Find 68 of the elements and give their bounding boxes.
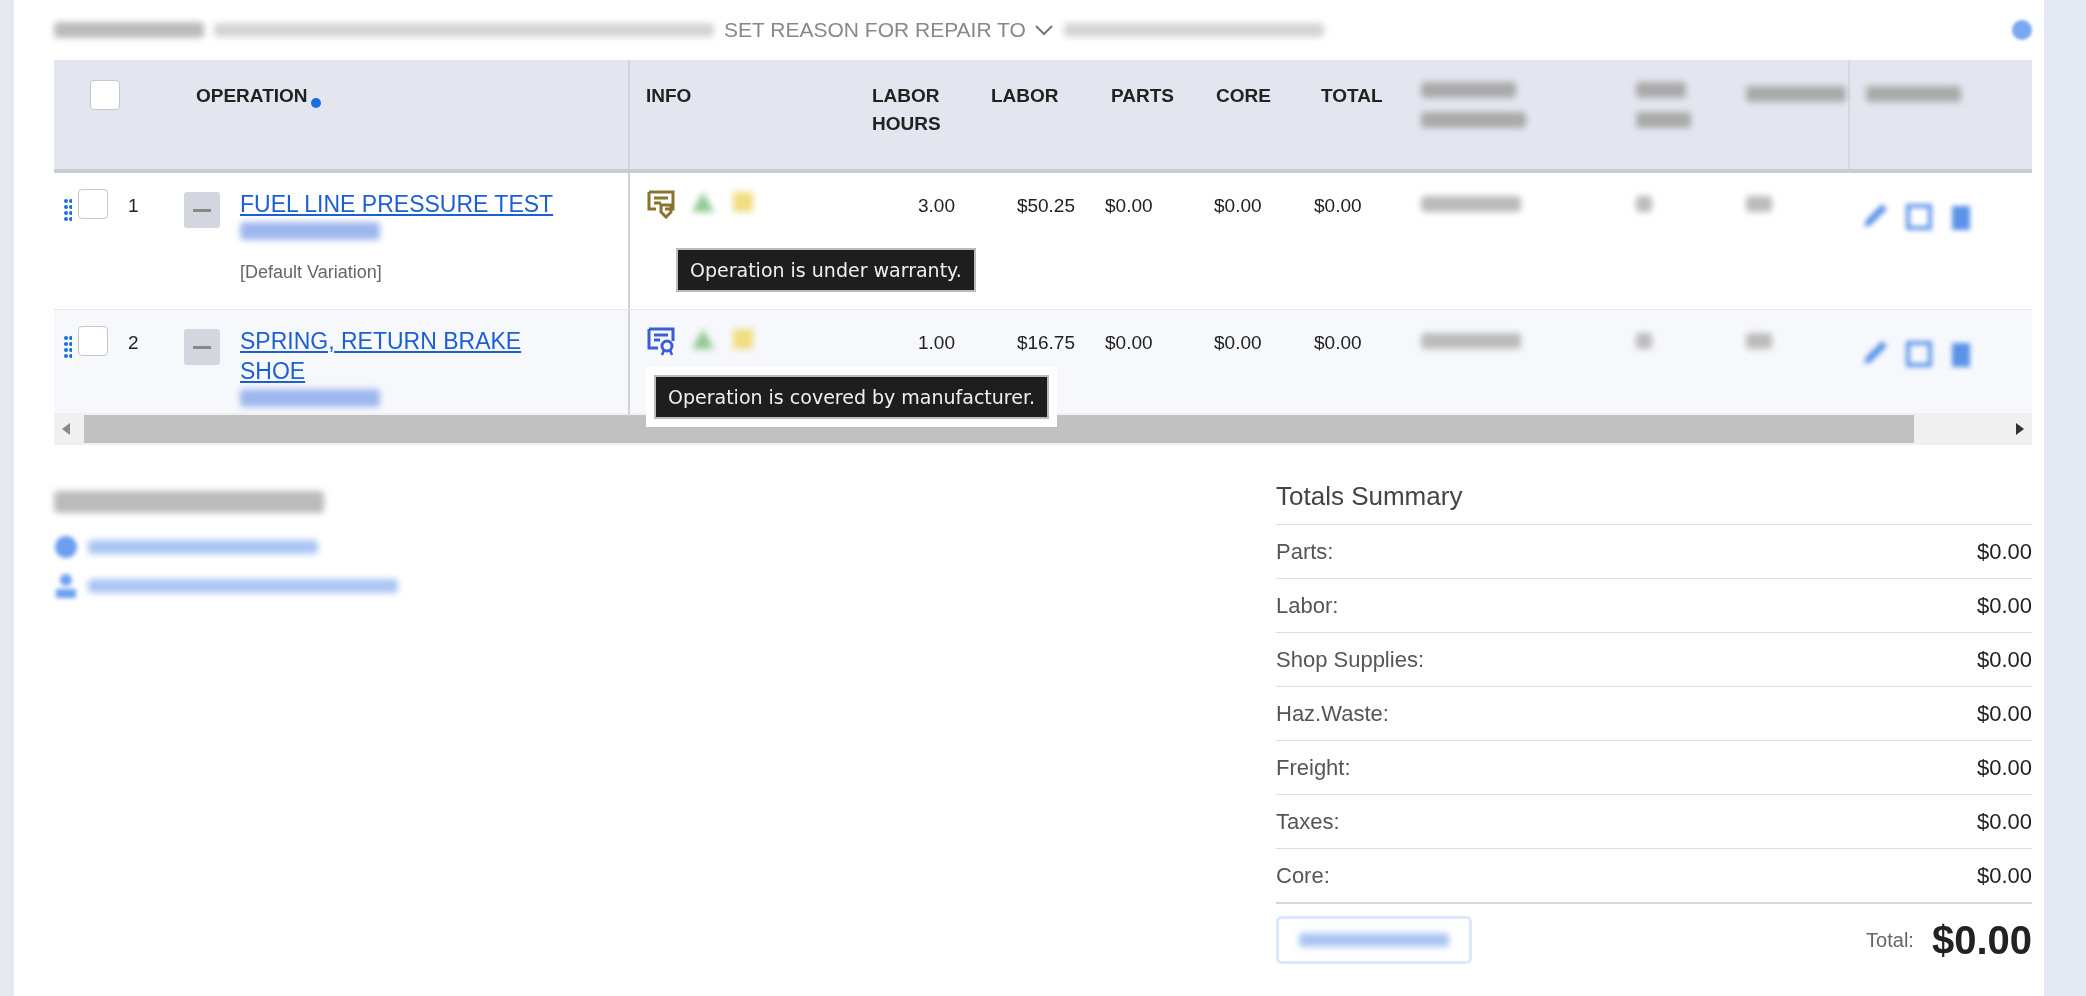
- summary-value: $0.00: [1976, 808, 2032, 835]
- section-title: Totals Summary: [1276, 480, 1464, 513]
- note-icon: [730, 189, 756, 215]
- note-icon: [730, 326, 756, 352]
- row-checkbox[interactable]: [78, 189, 108, 219]
- summary-value: $0.00: [1976, 700, 2032, 727]
- column-header[interactable]: PARTS: [1111, 82, 1200, 110]
- drag-handle-icon[interactable]: [64, 198, 72, 222]
- parts-cell: $0.00: [1105, 332, 1153, 353]
- summary-label: Shop Supplies:: [1276, 646, 1424, 673]
- redacted-text: [1636, 333, 1652, 349]
- variation-label: [Default Variation]: [240, 261, 383, 284]
- redacted-text: [1746, 196, 1772, 212]
- row-number: 2: [127, 332, 140, 354]
- total-label: Total:: [1866, 928, 1914, 952]
- collapse-button[interactable]: [184, 192, 220, 228]
- redacted-text: [1636, 196, 1652, 212]
- row-number: 1: [127, 195, 140, 217]
- column-header[interactable]: CORE: [1216, 82, 1305, 110]
- column-header[interactable]: OPERATION: [196, 82, 321, 110]
- core-cell: $0.00: [1214, 195, 1262, 216]
- calendar-icon[interactable]: [1906, 201, 1932, 231]
- column-header[interactable]: TOTAL: [1321, 82, 1405, 110]
- core-cell: $0.00: [1214, 332, 1262, 353]
- parts-cell: $0.00: [1105, 195, 1153, 216]
- redacted-text: [1636, 112, 1691, 128]
- operation-link[interactable]: FUEL LINE PRESSURE TEST: [240, 189, 554, 219]
- summary-label: Freight:: [1276, 754, 1351, 781]
- calendar-icon[interactable]: [1906, 338, 1932, 368]
- column-header[interactable]: LABOR HOURS: [872, 82, 952, 138]
- collapse-button[interactable]: [184, 329, 220, 365]
- status-icon: [2012, 20, 2032, 40]
- horizontal-scrollbar[interactable]: [54, 413, 2032, 445]
- total-value: $0.00: [1931, 917, 2032, 963]
- summary-label: Haz.Waste:: [1276, 700, 1389, 727]
- summary-label: Core:: [1276, 862, 1330, 889]
- summary-label: Taxes:: [1276, 808, 1340, 835]
- summary-value: $0.00: [1976, 754, 2032, 781]
- total-cell: $0.00: [1314, 195, 1362, 216]
- labor-cell: $50.25: [1016, 195, 1075, 216]
- operation-link[interactable]: SPRING, RETURN BRAKE SHOE: [240, 326, 590, 386]
- certificate-ribbon-icon: [646, 326, 676, 356]
- circle-icon: [54, 535, 78, 559]
- drag-handle-icon[interactable]: [64, 335, 72, 359]
- summary-label: Parts:: [1276, 538, 1334, 565]
- summary-label: Labor:: [1276, 592, 1339, 619]
- select-all-checkbox[interactable]: [90, 80, 120, 110]
- toolbar-dropdown[interactable]: SET REASON FOR REPAIR TO: [724, 18, 1054, 42]
- row-checkbox[interactable]: [78, 326, 108, 356]
- summary-value: $0.00: [1976, 592, 2032, 619]
- certificate-icon: [646, 189, 676, 219]
- redacted-text: [1636, 82, 1686, 98]
- summary-value: $0.00: [1976, 538, 2032, 565]
- column-header[interactable]: LABOR: [991, 82, 1095, 110]
- labor-hours-cell: 3.00: [918, 195, 955, 216]
- column-header[interactable]: INFO: [646, 82, 830, 110]
- labor-hours-cell: 1.00: [918, 332, 955, 353]
- chevron-down-icon: [1033, 24, 1054, 36]
- total-cell: $0.00: [1314, 332, 1362, 353]
- redacted-text: [1746, 333, 1772, 349]
- redacted-button[interactable]: [1276, 916, 1472, 964]
- scrollbar-thumb[interactable]: [84, 415, 1914, 443]
- minus-icon: [193, 208, 211, 212]
- minus-icon: [193, 345, 211, 349]
- summary-value: $0.00: [1976, 862, 2032, 889]
- labor-cell: $16.75: [1016, 332, 1075, 353]
- person-icon: [54, 573, 78, 599]
- summary-value: $0.00: [1976, 646, 2032, 673]
